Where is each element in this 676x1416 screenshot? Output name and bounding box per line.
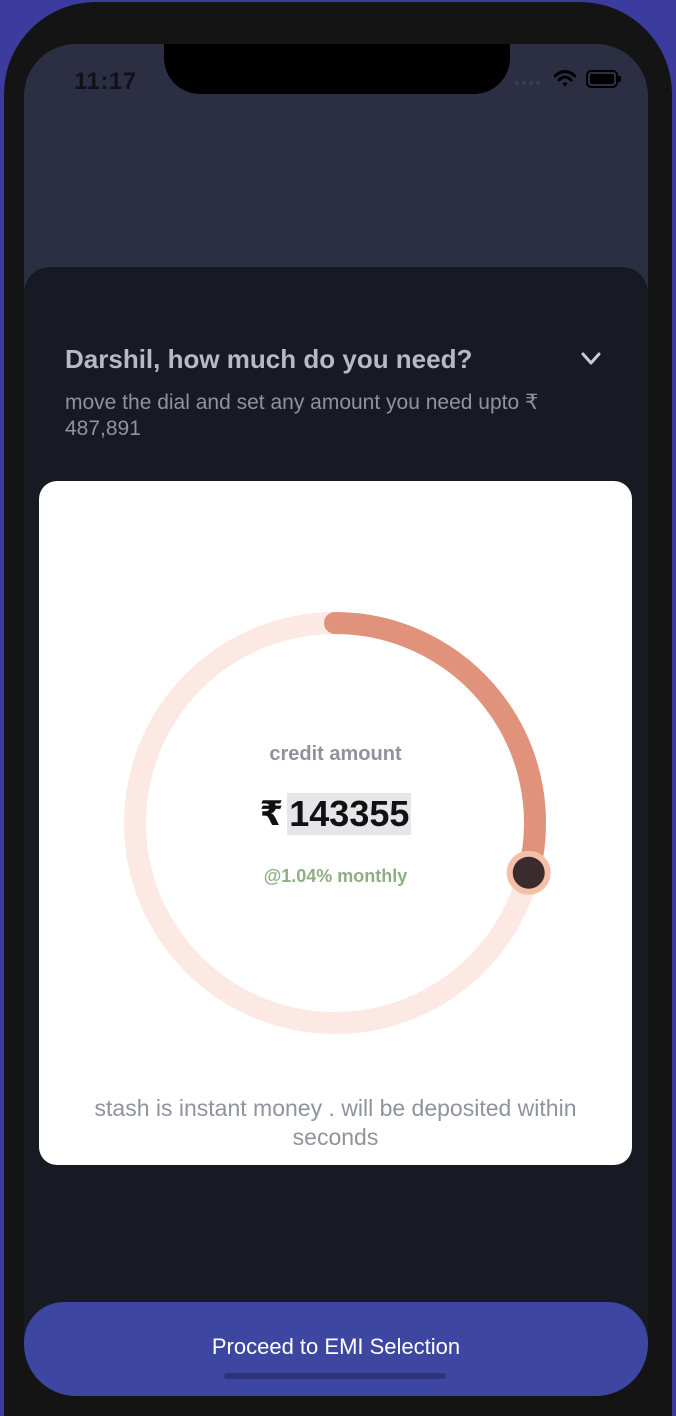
home-indicator — [224, 1373, 446, 1379]
deposit-note: stash is instant money . will be deposit… — [94, 1095, 577, 1150]
amount-row: ₹ 143355 — [39, 793, 632, 835]
page-title: Darshil, how much do you need? — [65, 344, 473, 374]
wifi-icon — [554, 70, 576, 87]
device-notch — [164, 44, 510, 94]
status-icons — [514, 70, 622, 88]
signal-icon — [515, 81, 540, 85]
dial-card: credit amount ₹ 143355 @1.04% monthly st… — [39, 481, 632, 1165]
chevron-down-icon[interactable] — [580, 350, 602, 368]
device-frame: 11:17 Darshil, how much do you need? mov… — [0, 0, 676, 1416]
app-screen: 11:17 Darshil, how much do you need? mov… — [24, 44, 648, 1396]
currency-symbol: ₹ — [259, 795, 284, 833]
amount-input[interactable]: 143355 — [287, 793, 412, 835]
proceed-emi-button[interactable]: Proceed to EMI Selection — [24, 1302, 648, 1396]
subtitle: move the dial and set any amount you nee… — [65, 391, 539, 440]
credit-amount-label: credit amount — [269, 743, 402, 765]
battery-icon — [586, 70, 621, 88]
status-time: 11:17 — [74, 68, 137, 95]
interest-rate: @1.04% monthly — [263, 866, 408, 886]
